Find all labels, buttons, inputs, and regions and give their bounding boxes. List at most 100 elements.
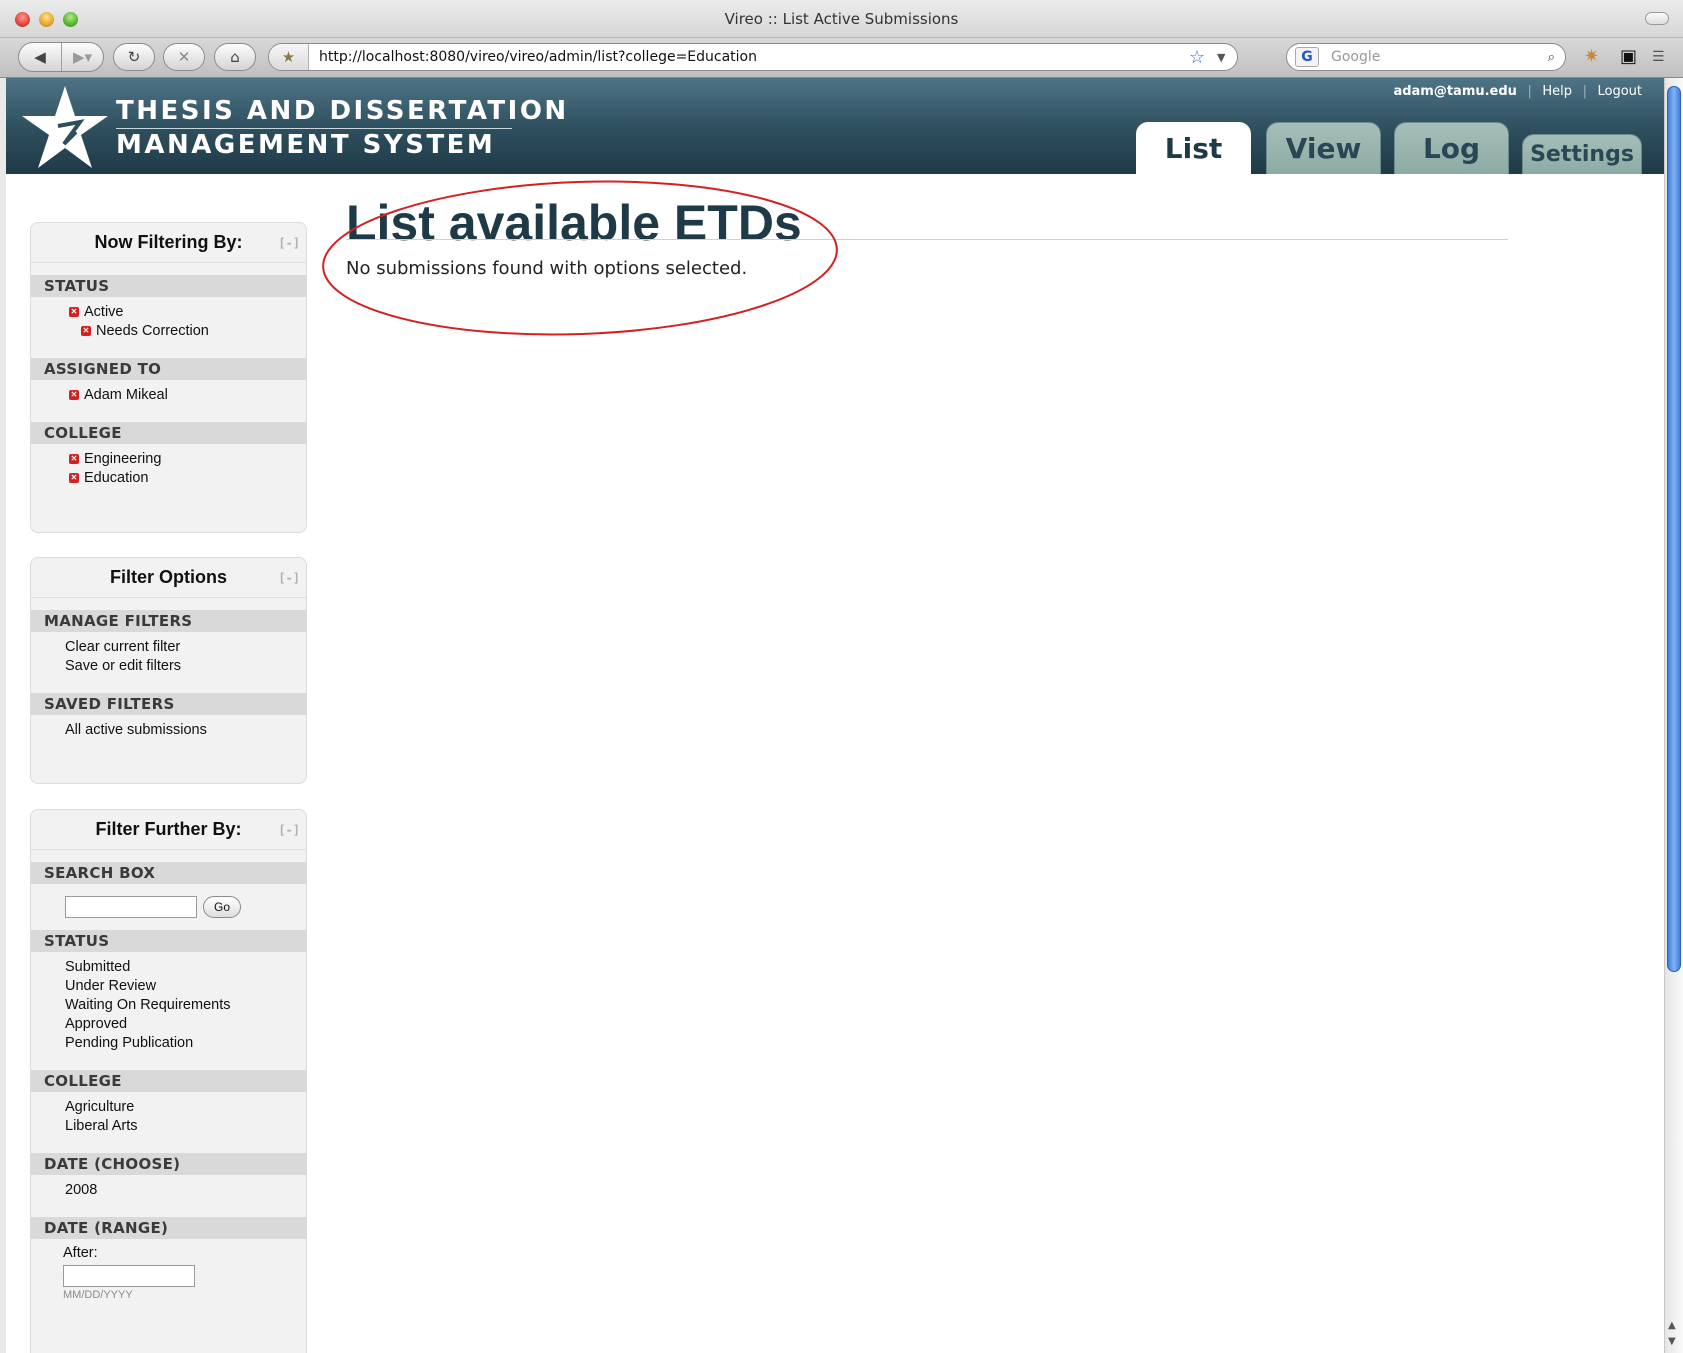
site-icon: ★ (281, 48, 296, 66)
help-link[interactable]: Help (1542, 84, 1572, 99)
now-filtering-title: Now Filtering By: [-] (31, 223, 306, 263)
save-filters-link[interactable]: Save or edit filters (31, 656, 306, 675)
logo-title-line1: THESIS AND DISSERTATION (116, 96, 569, 126)
status-filter-link[interactable]: Approved (31, 1014, 306, 1033)
section-heading-date-range: DATE (RANGE) (31, 1217, 306, 1239)
date-filter-link[interactable]: 2008 (31, 1180, 306, 1199)
stop-button[interactable]: ✕ (163, 43, 205, 71)
active-filter-item[interactable]: ✕ Education (31, 468, 306, 487)
scroll-up-arrow-icon[interactable]: ▲ (1668, 1320, 1676, 1331)
qr-icon[interactable]: ▣ (1620, 46, 1637, 67)
section-heading-saved-filters: SAVED FILTERS (31, 693, 306, 715)
remove-filter-icon[interactable]: ✕ (69, 453, 79, 464)
search-row: Go (31, 884, 306, 930)
section-heading-search-box: SEARCH BOX (31, 862, 306, 884)
filter-further-panel: Filter Further By: [-] SEARCH BOX Go STA… (30, 809, 307, 1353)
after-date-input[interactable] (63, 1265, 195, 1287)
search-icon[interactable]: ⌕ (1548, 50, 1555, 65)
section-heading-date-choose: DATE (CHOOSE) (31, 1153, 306, 1175)
tab-settings[interactable]: Settings (1522, 134, 1642, 174)
collapse-toggle[interactable]: [-] (278, 823, 300, 837)
url-history-dropdown[interactable]: ▼ (1217, 51, 1237, 64)
section-heading-status: STATUS (31, 275, 306, 297)
panel-title-text: Filter Options (110, 567, 227, 587)
scroll-down-arrow-icon[interactable]: ▼ (1668, 1336, 1676, 1347)
panel-title-text: Now Filtering By: (94, 232, 243, 252)
college-filter-link[interactable]: Agriculture (31, 1097, 306, 1116)
url-input[interactable]: http://localhost:8080/vireo/vireo/admin/… (309, 49, 1177, 65)
window-titlebar: Vireo :: List Active Submissions (0, 0, 1683, 38)
remove-filter-icon[interactable]: ✕ (69, 306, 79, 317)
home-icon: ⌂ (230, 48, 240, 66)
clear-filter-link[interactable]: Clear current filter (31, 637, 306, 656)
back-button[interactable]: ◀ (19, 43, 61, 71)
toolbar-toggle-button[interactable] (1645, 12, 1669, 25)
filter-search-input[interactable] (65, 896, 197, 918)
active-filter-item[interactable]: ✕ Adam Mikeal (31, 385, 306, 404)
logo-title-line2: MANAGEMENT SYSTEM (116, 130, 496, 160)
status-filter-link[interactable]: Waiting On Requirements (31, 995, 306, 1014)
scrollbar-thumb[interactable] (1667, 86, 1681, 972)
saved-filter-link[interactable]: All active submissions (31, 720, 306, 739)
filter-options-title: Filter Options [-] (31, 558, 306, 598)
user-links: adam@tamu.edu | Help | Logout (1393, 84, 1642, 99)
filter-label: Engineering (84, 450, 162, 467)
forward-button[interactable]: ▶▾ (60, 43, 103, 71)
after-date-label: After: (63, 1245, 98, 1261)
tab-view[interactable]: View (1266, 122, 1381, 174)
reload-button[interactable]: ↻ (113, 43, 155, 71)
active-filter-item[interactable]: ✕ Engineering (31, 449, 306, 468)
remove-filter-icon[interactable]: ✕ (69, 389, 79, 400)
stop-icon: ✕ (177, 48, 191, 66)
date-format-hint: MM/DD/YYYY (63, 1289, 133, 1301)
vertical-scrollbar[interactable]: ▲ ▼ (1664, 78, 1683, 1353)
go-button[interactable]: Go (203, 896, 241, 918)
collapse-toggle[interactable]: [-] (278, 236, 300, 250)
separator: | (1527, 84, 1532, 99)
browser-toolbar: ◀ ▶▾ ↻ ✕ ⌂ ★ http://localhost:8080/vireo… (0, 38, 1683, 78)
tab-list[interactable]: List (1136, 122, 1251, 174)
firebug-icon[interactable]: ✷ (1584, 46, 1599, 67)
filter-label: Education (84, 469, 149, 486)
logo-divider (116, 128, 512, 129)
active-filter-item[interactable]: ✕ Active (31, 302, 306, 321)
panel-title-text: Filter Further By: (95, 819, 242, 839)
filter-label: Active (84, 303, 124, 320)
separator: | (1582, 84, 1587, 99)
section-heading-college: COLLEGE (31, 422, 306, 444)
logout-link[interactable]: Logout (1597, 84, 1642, 99)
search-engine-icon[interactable]: G (1295, 47, 1319, 67)
bookmark-star-icon[interactable]: ☆ (1177, 47, 1217, 68)
collapse-toggle[interactable]: [-] (278, 571, 300, 585)
filter-options-panel: Filter Options [-] MANAGE FILTERS Clear … (30, 557, 307, 784)
window-title: Vireo :: List Active Submissions (724, 10, 959, 28)
college-filter-link[interactable]: Liberal Arts (31, 1116, 306, 1135)
site-identity-button[interactable]: ★ (269, 44, 309, 70)
section-heading-college: COLLEGE (31, 1070, 306, 1092)
remove-filter-icon[interactable]: ✕ (69, 472, 79, 483)
url-bar[interactable]: ★ http://localhost:8080/vireo/vireo/admi… (268, 43, 1238, 71)
active-filter-item[interactable]: ✕ Needs Correction (31, 321, 306, 340)
home-button[interactable]: ⌂ (214, 43, 256, 71)
app-header: THESIS AND DISSERTATION MANAGEMENT SYSTE… (6, 78, 1666, 174)
menu-icon[interactable]: ☰ (1652, 49, 1665, 65)
user-email-link[interactable]: adam@tamu.edu (1393, 84, 1517, 99)
status-filter-link[interactable]: Submitted (31, 957, 306, 976)
filter-label: Needs Correction (96, 322, 209, 339)
back-arrow-icon: ◀ (34, 48, 46, 66)
forward-arrow-icon: ▶▾ (72, 48, 93, 66)
now-filtering-panel: Now Filtering By: [-] STATUS ✕ Active ✕ Ne… (30, 222, 307, 533)
filter-further-title: Filter Further By: [-] (31, 810, 306, 850)
status-filter-link[interactable]: Pending Publication (31, 1033, 306, 1052)
section-heading-manage-filters: MANAGE FILTERS (31, 610, 306, 632)
star-logo-icon (22, 86, 108, 168)
status-filter-link[interactable]: Under Review (31, 976, 306, 995)
window-left-edge (0, 78, 6, 1353)
search-input[interactable]: Google (1331, 49, 1548, 65)
filter-label: Adam Mikeal (84, 386, 168, 403)
section-heading-status: STATUS (31, 930, 306, 952)
section-heading-assigned-to: ASSIGNED TO (31, 358, 306, 380)
remove-filter-icon[interactable]: ✕ (81, 325, 91, 336)
tab-log[interactable]: Log (1394, 122, 1509, 174)
search-bar[interactable]: G Google ⌕ (1286, 43, 1566, 71)
